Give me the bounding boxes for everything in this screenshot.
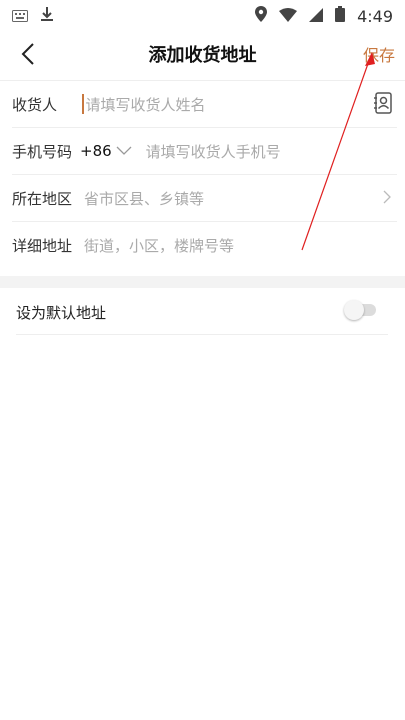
section-divider	[0, 276, 405, 288]
page-title: 添加收货地址	[148, 45, 257, 66]
contact-book-icon[interactable]	[373, 92, 393, 118]
address-input[interactable]: 街道，小区，楼牌号等	[84, 235, 234, 256]
back-arrow-icon	[21, 43, 34, 65]
signal-icon	[309, 7, 324, 26]
battery-icon	[335, 6, 346, 26]
region-row[interactable]: 所在地区 省市区县、乡镇等	[12, 175, 397, 222]
status-bar: 4:49	[0, 0, 405, 32]
back-button[interactable]	[10, 36, 46, 72]
save-button[interactable]: 保存	[363, 42, 395, 66]
region-input[interactable]: 省市区县、乡镇等	[84, 188, 204, 209]
phone-input[interactable]: 请填写收货人手机号	[146, 141, 281, 162]
nav-bar: 添加收货地址 保存	[0, 32, 405, 76]
default-address-label: 设为默认地址	[16, 303, 107, 322]
address-row[interactable]: 详细地址 街道，小区，楼牌号等	[12, 222, 397, 268]
country-code-value: +86	[80, 142, 112, 160]
address-form: 收货人 请填写收货人姓名 手机号码 +86 请填写收货人手机号 所在地区 省市区…	[0, 80, 405, 268]
receiver-row[interactable]: 收货人 请填写收货人姓名	[12, 81, 397, 128]
region-label: 所在地区	[12, 189, 73, 208]
receiver-input[interactable]: 请填写收货人姓名	[86, 94, 206, 115]
download-icon	[40, 6, 54, 26]
location-icon	[255, 6, 268, 26]
receiver-label: 收货人	[12, 95, 58, 114]
default-address-toggle[interactable]	[344, 300, 380, 320]
chevron-right-icon	[383, 190, 391, 208]
phone-label: 手机号码	[12, 142, 73, 161]
address-label: 详细地址	[12, 236, 73, 255]
wifi-icon	[279, 7, 298, 26]
text-cursor	[82, 94, 84, 114]
default-address-row: 设为默认地址	[16, 290, 388, 335]
toggle-knob	[344, 300, 364, 320]
country-code-selector[interactable]: +86	[80, 142, 132, 160]
phone-row[interactable]: 手机号码 +86 请填写收货人手机号	[12, 128, 397, 175]
status-time: 4:49	[357, 6, 393, 26]
chevron-down-icon	[116, 146, 132, 155]
keyboard-icon	[12, 7, 28, 26]
